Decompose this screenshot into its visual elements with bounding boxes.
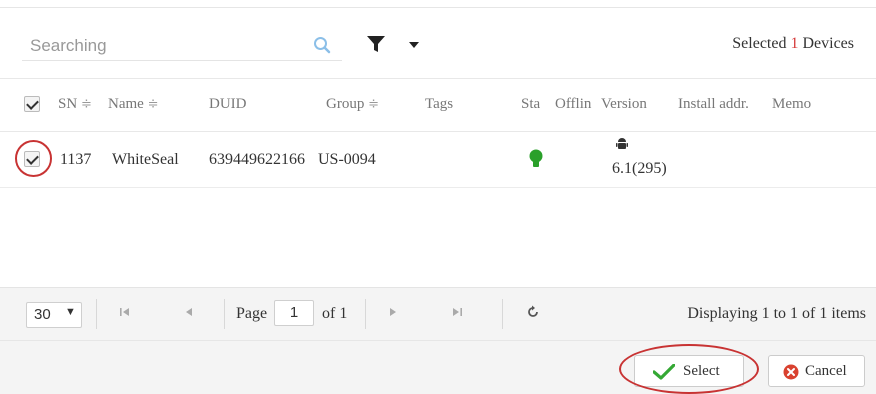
- cell-group: US-0094: [318, 151, 376, 168]
- selected-suffix: Devices: [802, 35, 854, 52]
- divider: [502, 299, 503, 329]
- cell-version: 6.1(295): [612, 160, 667, 177]
- toolbar: Searching Selected 1 Devices: [0, 8, 876, 78]
- select-all-checkbox[interactable]: [24, 96, 40, 112]
- column-memo[interactable]: Memo: [772, 96, 811, 113]
- page-size-value: 30: [34, 306, 51, 323]
- page-label: Page: [236, 305, 268, 322]
- column-name[interactable]: Name ≑: [108, 96, 158, 113]
- column-offline[interactable]: Offlin: [555, 96, 591, 113]
- column-status[interactable]: Sta: [521, 96, 540, 113]
- column-name-label: Name: [108, 96, 144, 112]
- last-page-icon[interactable]: [450, 304, 464, 320]
- online-status-bulb-icon: [529, 149, 543, 167]
- table-header: SN ≑ Name ≑ DUID Group ≑ Tags Sta Offlin…: [0, 78, 876, 132]
- sort-icon: ≑: [368, 96, 379, 111]
- selected-devices-count: Selected 1 Devices: [732, 35, 854, 53]
- column-tags[interactable]: Tags: [425, 96, 453, 113]
- selected-prefix: Selected: [732, 35, 787, 52]
- sort-icon: ≑: [147, 96, 159, 111]
- search-icon[interactable]: [313, 36, 331, 54]
- column-install-addr[interactable]: Install addr.: [678, 96, 749, 113]
- highlight-circle-select: [619, 344, 759, 394]
- filter-icon[interactable]: [366, 34, 386, 54]
- divider: [96, 299, 97, 329]
- selected-count: 1: [790, 35, 799, 52]
- column-duid[interactable]: DUID: [209, 96, 247, 113]
- search-input[interactable]: Searching: [30, 36, 107, 56]
- first-page-icon[interactable]: [118, 304, 132, 320]
- cancel-button-label: Cancel: [805, 363, 847, 379]
- android-icon: [616, 138, 628, 149]
- column-version[interactable]: Version: [601, 96, 647, 113]
- column-sn-label: SN: [58, 96, 78, 112]
- cell-sn: 1137: [60, 151, 92, 168]
- column-group[interactable]: Group ≑: [326, 96, 379, 113]
- search-underline: [22, 60, 342, 61]
- pagination-bar: 30 ▼ Page 1 of 1 Displaying 1 to 1 of 1 …: [0, 288, 876, 341]
- cancel-button[interactable]: Cancel: [768, 355, 865, 387]
- page-size-select[interactable]: 30 ▼: [26, 302, 82, 328]
- table-row[interactable]: 1137 WhiteSeal 639449622166 US-0094 6.1(…: [0, 131, 876, 188]
- cell-name: WhiteSeal: [112, 151, 179, 168]
- cancel-icon: [783, 364, 799, 380]
- next-page-icon[interactable]: [386, 304, 400, 320]
- refresh-icon[interactable]: [526, 304, 540, 320]
- cell-duid: 639449622166: [209, 151, 305, 168]
- previous-page-icon[interactable]: [182, 304, 196, 320]
- device-selector-dialog: Searching Selected 1 Devices SN ≑ Name ≑…: [0, 0, 876, 394]
- column-group-label: Group: [326, 96, 365, 112]
- chevron-down-icon[interactable]: [408, 40, 420, 50]
- display-range-text: Displaying 1 to 1 of 1 items: [687, 305, 866, 322]
- column-sn[interactable]: SN ≑: [58, 96, 92, 113]
- page-number-input[interactable]: 1: [274, 300, 314, 326]
- table-empty-area: [0, 187, 876, 288]
- divider: [365, 299, 366, 329]
- divider: [224, 299, 225, 329]
- chevron-down-icon: ▼: [65, 306, 76, 318]
- highlight-circle-checkbox: [15, 140, 52, 177]
- page-of-label: of 1: [322, 305, 348, 322]
- sort-icon: ≑: [80, 96, 92, 111]
